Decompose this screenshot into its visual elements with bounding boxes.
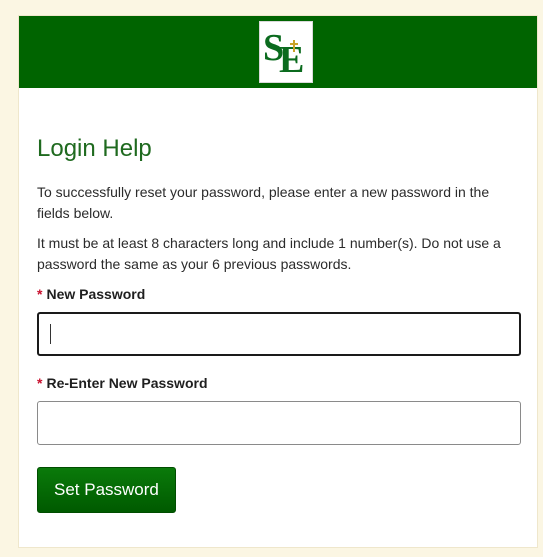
header-banner: E S bbox=[19, 16, 537, 88]
school-logo: E S bbox=[259, 21, 313, 83]
new-password-label-text: New Password bbox=[46, 286, 146, 302]
form-content: Login Help To successfully reset your pa… bbox=[19, 134, 537, 513]
instructions-text: To successfully reset your password, ple… bbox=[37, 184, 490, 221]
confirm-password-group: * Re-Enter New Password bbox=[37, 374, 521, 445]
required-marker: * bbox=[37, 375, 43, 391]
text-caret bbox=[50, 324, 51, 344]
new-password-field[interactable] bbox=[37, 312, 521, 356]
confirm-password-label: * Re-Enter New Password bbox=[37, 374, 519, 392]
page-title: Login Help bbox=[37, 135, 152, 162]
new-password-label: * New Password bbox=[37, 285, 519, 303]
required-marker: * bbox=[37, 286, 43, 302]
confirm-password-field[interactable] bbox=[37, 401, 521, 445]
svg-text:S: S bbox=[263, 27, 284, 69]
new-password-group: * New Password bbox=[37, 285, 521, 356]
se-monogram-icon: E S bbox=[260, 22, 312, 82]
password-requirements-text: It must be at least 8 characters long an… bbox=[37, 235, 501, 272]
confirm-password-label-text: Re-Enter New Password bbox=[46, 375, 208, 391]
new-password-wrapper bbox=[37, 312, 521, 356]
login-help-card: E S Login Help To successfully reset you… bbox=[18, 15, 538, 548]
set-password-button[interactable]: Set Password bbox=[37, 467, 176, 513]
